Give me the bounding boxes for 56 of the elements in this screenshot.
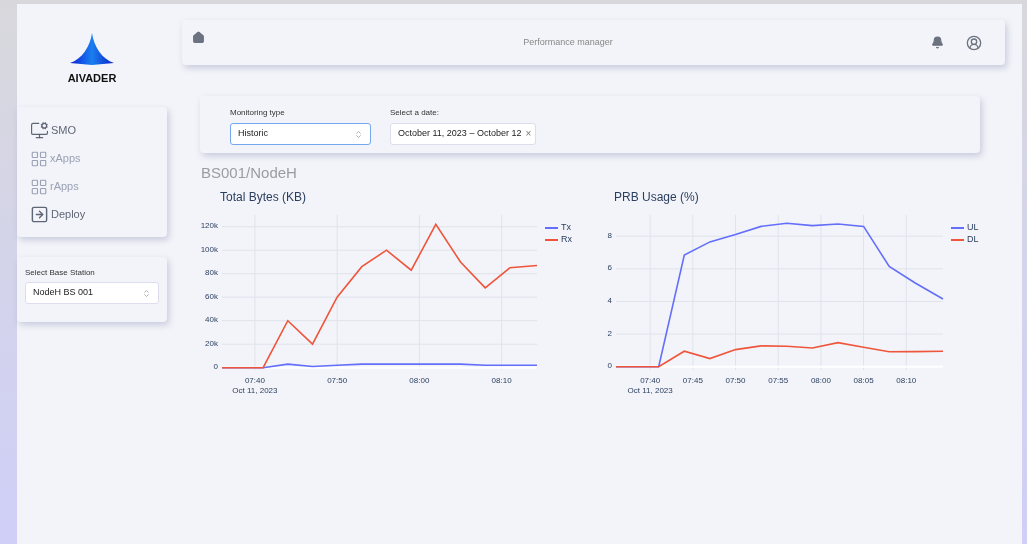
- grid-icon: [30, 149, 48, 168]
- axis-tick-label: 07:50: [327, 375, 348, 386]
- axis-tick-label: 0: [213, 363, 218, 372]
- axis-tick-label: Oct 11, 2023: [627, 385, 673, 396]
- date-range-field[interactable]: October 11, 2023 – October 12 ×: [390, 123, 537, 145]
- home-icon[interactable]: [192, 31, 205, 44]
- nav-item[interactable]: Deploy: [30, 204, 167, 225]
- chart-title: Total Bytes (KB): [220, 188, 307, 206]
- legend-label: UL: [967, 222, 979, 232]
- axis-tick-label: 100k: [200, 245, 218, 254]
- axis-tick-label: 4: [607, 296, 612, 305]
- axis-tick-label: 08:05: [853, 375, 874, 386]
- axis-tick-label: 20k: [205, 339, 218, 348]
- legend-swatch: [544, 226, 559, 229]
- axis-tick-label: 08:00: [810, 375, 831, 386]
- field-label: Select Base Station: [25, 267, 96, 279]
- legend-swatch: [950, 238, 965, 241]
- axis-tick-label: Oct 11, 2023: [232, 385, 278, 396]
- select-arrows-icon: [142, 288, 151, 298]
- logo-icon: [70, 32, 114, 67]
- clear-button[interactable]: ×: [525, 129, 532, 139]
- axis-tick-label: 08:00: [409, 375, 430, 386]
- notification-bell-icon[interactable]: [931, 36, 944, 49]
- base-station-select[interactable]: NodeH BS 001: [25, 282, 159, 304]
- axis-tick-label: 60k: [205, 292, 218, 301]
- axis-tick-label: 6: [607, 264, 612, 273]
- axis-tick-label: 80k: [205, 269, 218, 278]
- select-arrows-icon: [354, 129, 363, 139]
- axis-tick-label: 8: [607, 231, 612, 240]
- legend-swatch: [950, 226, 965, 229]
- chart-title: PRB Usage (%): [614, 188, 699, 206]
- page-heading: Performance manager: [522, 35, 614, 49]
- legend-swatch: [544, 238, 559, 241]
- axis-tick-label: 07:55: [768, 375, 789, 386]
- axis-tick-label: 07:45: [682, 375, 703, 386]
- axis-tick-label: 07:50: [725, 375, 746, 386]
- axis-tick-label: 07:40: [640, 375, 661, 386]
- legend-label: Tx: [561, 222, 571, 232]
- field-label: Select a date:: [390, 107, 440, 119]
- legend-label: Rx: [561, 234, 572, 244]
- user-avatar-icon[interactable]: [966, 34, 982, 51]
- legend-label: DL: [967, 234, 979, 244]
- monitor-gear-icon: [30, 121, 49, 140]
- axis-tick-label: 40k: [205, 316, 218, 325]
- grid-icon: [30, 177, 48, 196]
- axis-tick-label: 120k: [200, 222, 218, 231]
- monitoring-type-select[interactable]: Historic: [230, 123, 371, 145]
- section-title: BS001/NodeH: [201, 163, 298, 183]
- axis-tick-label: 08:10: [896, 375, 917, 386]
- axis-tick-label: 2: [607, 329, 612, 338]
- brand-name: AIVADER: [67, 70, 117, 86]
- field-label: Monitoring type: [230, 107, 286, 119]
- nav-item[interactable]: SMO: [30, 120, 167, 141]
- axis-tick-label: 0: [607, 362, 612, 371]
- axis-tick-label: 07:40: [244, 375, 265, 386]
- axis-tick-label: 08:10: [491, 375, 512, 386]
